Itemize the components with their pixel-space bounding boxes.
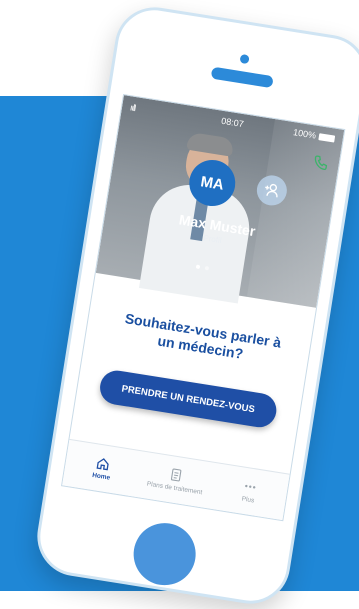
doctor-prompt: Souhaitez-vous parler à un médecin? bbox=[123, 310, 283, 362]
camera-dot bbox=[239, 53, 250, 65]
carousel-dot-active[interactable] bbox=[195, 264, 201, 270]
app-screen: ııll 08:07 100% MA Max Muster Profil Sou… bbox=[61, 93, 346, 522]
tab-label: Home bbox=[91, 471, 111, 482]
background-window bbox=[246, 119, 345, 308]
more-icon bbox=[244, 484, 256, 489]
profile-hero: ııll 08:07 100% MA Max Muster Profil bbox=[95, 95, 345, 308]
home-icon bbox=[96, 458, 109, 471]
book-appointment-button[interactable]: PRENDRE UN RENDEZ-VOUS bbox=[97, 368, 279, 430]
tab-treatment-plans[interactable]: Plans de traitement bbox=[136, 451, 217, 508]
add-user-icon bbox=[265, 183, 278, 198]
tab-bar: Home Plans de traitement Plus bbox=[62, 438, 290, 521]
document-icon bbox=[171, 468, 182, 482]
carousel-dot[interactable] bbox=[204, 265, 210, 271]
phone-icon[interactable] bbox=[312, 154, 330, 172]
home-button[interactable] bbox=[129, 518, 201, 590]
tab-more[interactable]: Plus bbox=[209, 463, 290, 520]
tab-label: Plans de traitement bbox=[146, 480, 203, 497]
speaker-slot bbox=[210, 66, 274, 89]
tab-label: Plus bbox=[241, 495, 255, 505]
battery-icon bbox=[318, 132, 336, 143]
tab-home[interactable]: Home bbox=[62, 440, 143, 497]
